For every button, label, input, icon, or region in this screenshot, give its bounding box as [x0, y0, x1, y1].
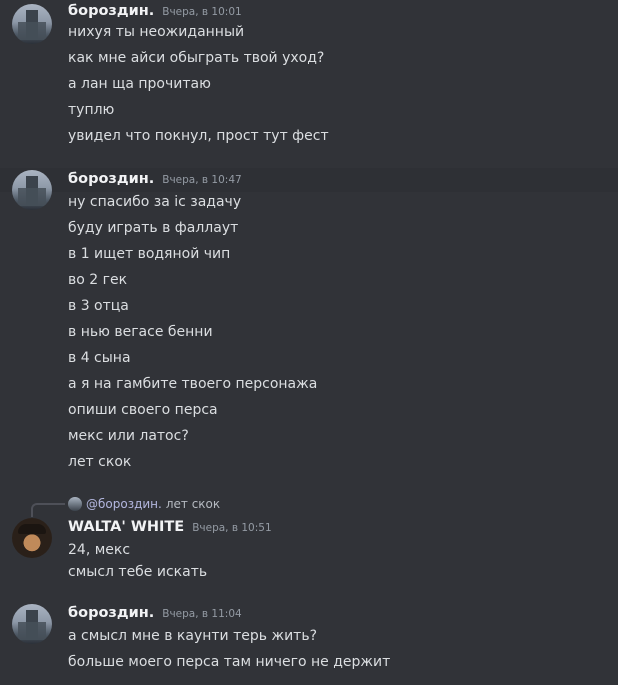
message-text: увидел что покнул, прост тут фест [68, 128, 329, 144]
message-text: мекс или латос? [68, 428, 189, 444]
author-name[interactable]: WALTA' WHITE [68, 519, 184, 535]
timestamp: Вчера, в 10:47 [162, 174, 242, 186]
reply-connector [31, 503, 65, 517]
author-name[interactable]: бороздин. [68, 605, 154, 621]
timestamp: Вчера, в 10:01 [162, 6, 242, 18]
avatar[interactable] [12, 170, 52, 210]
timestamp: Вчера, в 10:51 [192, 522, 272, 534]
message-header: бороздин. Вчера, в 10:47 [68, 171, 242, 193]
avatar[interactable] [12, 604, 52, 644]
message-text: опиши своего перса [68, 402, 218, 418]
message-text: туплю [68, 102, 115, 118]
message-text: нихуя ты неожиданный [68, 24, 245, 40]
avatar[interactable] [12, 518, 52, 558]
message-text: буду играть в фаллаут [68, 220, 239, 236]
message-text: в 3 отца [68, 298, 129, 314]
message-text: больше моего перса там ничего не держит [68, 654, 391, 670]
message-text: в 4 сына [68, 350, 131, 366]
message-header: WALTA' WHITE Вчера, в 10:51 [68, 519, 272, 541]
message-text: 24, мекс [68, 542, 131, 558]
author-name[interactable]: бороздин. [68, 3, 154, 19]
message-text: а смысл мне в каунти терь жить? [68, 628, 317, 644]
timestamp: Вчера, в 11:04 [162, 608, 242, 620]
reply-author[interactable]: @бороздин. [86, 497, 162, 511]
message-text: смысл тебе искать [68, 564, 208, 580]
message-text: ну спасибо за іс задачу [68, 194, 242, 210]
avatar[interactable] [12, 4, 52, 44]
reply-avatar [68, 497, 82, 511]
message-text: а я на гамбите твоего персонажа [68, 376, 318, 392]
message-text: лет скок [68, 454, 132, 470]
message-text: в 1 ищет водяной чип [68, 246, 231, 262]
author-name[interactable]: бороздин. [68, 171, 154, 187]
message-text: как мне айси обыграть твой уход? [68, 50, 325, 66]
reply-text[interactable]: лет скок [166, 497, 220, 511]
message-header: бороздин. Вчера, в 11:04 [68, 605, 242, 627]
message-text: а лан ща прочитаю [68, 76, 211, 92]
message-text: в нью вегасе бенни [68, 324, 213, 340]
message-text: во 2 гек [68, 272, 128, 288]
reply-preview[interactable]: @бороздин. лет скок [68, 496, 220, 512]
